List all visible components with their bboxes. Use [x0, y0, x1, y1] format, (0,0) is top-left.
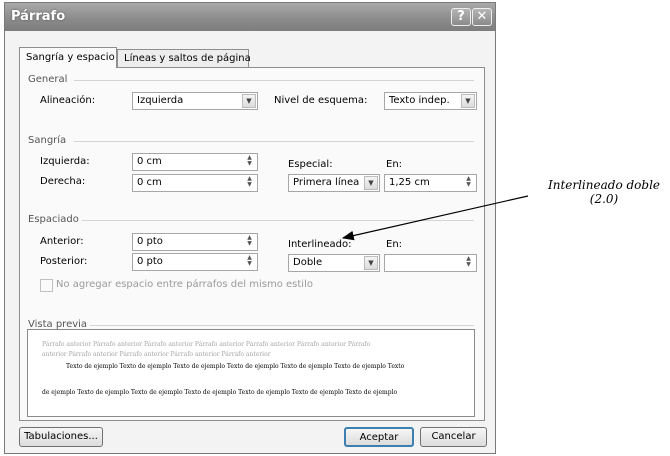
tab-label: Sangría y espacio	[26, 52, 115, 63]
annotation-line: (2.0)	[589, 192, 619, 206]
annotation-text: Interlineado doble (2.0)	[542, 178, 666, 206]
tab-indent-spacing[interactable]: Sangría y espacio	[19, 47, 117, 68]
annotation-arrow	[341, 195, 529, 241]
annotation-line: Interlineado doble	[547, 178, 661, 192]
